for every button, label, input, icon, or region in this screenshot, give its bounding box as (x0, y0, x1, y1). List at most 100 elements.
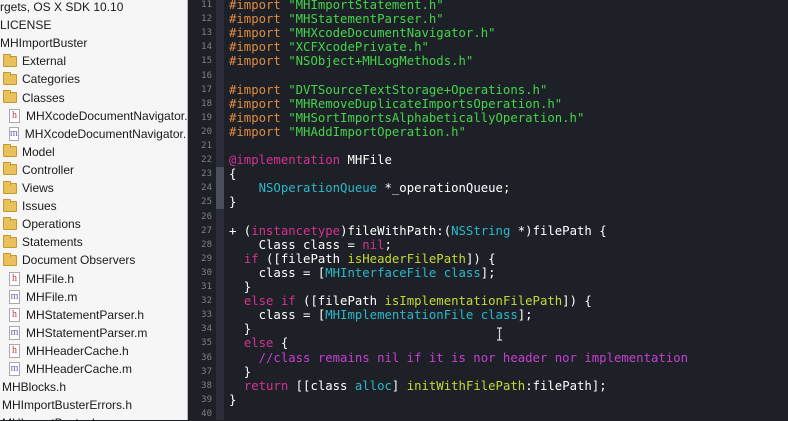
code-line[interactable]: 14 #import "XCFXcodePrivate.h" (188, 40, 788, 54)
code-token: *_operationQueue; (377, 181, 511, 196)
code-text: else if ([filePath isImplementationFileP… (229, 294, 592, 308)
code-text: //class remains nil if it is nor header … (229, 351, 688, 365)
code-text: #import "DVTSourceTextStorage+Operations… (229, 83, 547, 97)
code-line[interactable]: 29 if ([filePath isHeaderFilePath]) { (188, 252, 788, 266)
navigator-item-label: MHImportBuster (0, 36, 88, 51)
navigator-item[interactable]: External (0, 52, 187, 70)
navigator-item[interactable]: MHBlocks.h (0, 378, 187, 396)
code-token: )fileWithPath:( (340, 223, 452, 238)
navigator-item[interactable]: Operations (0, 215, 187, 233)
code-token: #import (229, 82, 289, 97)
navigator-item-label: Document Observers (22, 253, 136, 268)
navigator-item[interactable]: rgets, OS X SDK 10.10 (0, 0, 187, 16)
code-line[interactable]: 20 #import "MHAddImportOperation.h" (188, 125, 788, 139)
code-line[interactable]: 21 (188, 139, 788, 153)
code-line[interactable]: 11 #import "MHImportStatement.h" (188, 0, 788, 12)
code-line[interactable]: 39} (188, 393, 788, 407)
navigator-item[interactable]: h MHStatementParser.h (0, 306, 187, 324)
navigator-item-label: MHImportBuster.h (2, 416, 99, 420)
line-number: 29 (201, 253, 212, 264)
code-token: :filePath]; (525, 378, 607, 393)
code-line[interactable]: 16 (188, 69, 788, 83)
code-text: #import "NSObject+MHLogMethods.h" (229, 54, 473, 68)
code-text: { (229, 167, 236, 181)
code-token: Class class = (229, 237, 363, 252)
navigator-item[interactable]: m MHHeaderCache.m (0, 360, 187, 378)
line-number: 40 (201, 408, 212, 419)
code-token: return (243, 378, 289, 393)
code-line[interactable]: 24 NSOperationQueue *_operationQueue; (188, 181, 788, 195)
code-line[interactable]: 18 #import "MHRemoveDuplicateImportsOpera… (188, 97, 788, 111)
code-text: class = [MHImplementationFile class]; (229, 308, 533, 322)
navigator-item[interactable]: Issues (0, 197, 187, 215)
code-line[interactable]: 27 + (instancetype)fileWithPath:(NSString… (188, 224, 788, 238)
code-line[interactable]: 26 (188, 210, 788, 224)
code-token: [[class (288, 378, 355, 393)
fold-highlight[interactable] (216, 167, 224, 182)
code-text: class = [MHInterfaceFile class]; (229, 266, 496, 280)
code-line[interactable]: 36 //class remains nil if it is nor head… (188, 351, 788, 365)
fold-highlight[interactable] (216, 181, 224, 196)
implementation-file-icon: m (9, 126, 19, 141)
navigator-item[interactable]: Model (0, 143, 187, 161)
navigator-item[interactable]: m MHXcodeDocumentNavigator.m (0, 125, 187, 143)
code-token: ([filePath (295, 294, 385, 309)
code-text: else { (229, 336, 288, 350)
navigator-item[interactable]: LICENSE (0, 16, 187, 34)
code-token: #import (229, 0, 289, 12)
navigator-item[interactable]: MHImportBuster (0, 34, 187, 52)
navigator-item[interactable]: Categories (0, 70, 187, 88)
code-line[interactable]: 32 else if ([filePath isImplementationFi… (188, 294, 788, 308)
code-line[interactable]: 38 return [[class alloc] initWithFilePat… (188, 379, 788, 393)
navigator-item[interactable]: h MHXcodeDocumentNavigator.h (0, 107, 187, 125)
line-number: 32 (201, 296, 212, 307)
code-token: //class remains nil if it is nor header … (229, 350, 689, 365)
source-editor[interactable]: 11 #import "MHImportStatement.h" 12 #import… (188, 0, 788, 420)
code-line[interactable]: 17 #import "DVTSourceTextStorage+Operatio… (188, 83, 788, 97)
navigator-item[interactable]: Controller (0, 161, 187, 179)
code-text: } (229, 365, 251, 379)
code-line[interactable]: 22 @implementation MHFile (188, 153, 788, 167)
navigator-item[interactable]: MHImportBusterErrors.h (0, 396, 187, 414)
navigator-item-label: rgets, OS X SDK 10.10 (0, 0, 124, 14)
code-line[interactable]: 34 } (188, 322, 788, 336)
code-line[interactable]: 30 class = [MHInterfaceFile class]; (188, 266, 788, 280)
line-number: 35 (201, 338, 212, 349)
navigator-item[interactable]: h MHHeaderCache.h (0, 342, 187, 360)
code-line[interactable]: 12 #import "MHStatementParser.h" (188, 12, 788, 26)
navigator-item[interactable]: m MHFile.m (0, 288, 187, 306)
navigator-item[interactable]: h MHFile.h (0, 270, 187, 288)
navigator-item-label: Statements (22, 235, 83, 250)
navigator-item[interactable]: Document Observers (0, 251, 187, 269)
navigator-item[interactable]: Statements (0, 233, 187, 251)
code-line[interactable]: 37 } (188, 365, 788, 379)
code-line[interactable]: 15 #import "NSObject+MHLogMethods.h" (188, 54, 788, 68)
code-line[interactable]: 28 Class class = nil; (188, 238, 788, 252)
code-token: } (229, 280, 252, 294)
code-line[interactable]: 33 class = [MHImplementationFile class]; (188, 308, 788, 322)
navigator-item[interactable]: Classes (0, 89, 187, 107)
code-line[interactable]: 19 #import "MHSortImportsAlphabeticallyOp… (188, 111, 788, 125)
line-number: 18 (201, 98, 212, 109)
code-line[interactable]: 25} (188, 195, 788, 209)
code-line[interactable]: 35 else { (188, 336, 788, 350)
code-line[interactable]: 31 } (188, 280, 788, 294)
code-line[interactable]: 40 (188, 407, 788, 421)
code-line[interactable]: 23 { (188, 167, 788, 181)
line-number: 17 (201, 84, 212, 95)
code-token: "MHXcodeDocumentNavigator.h" (288, 26, 496, 41)
code-token: "MHStatementParser.h" (288, 12, 444, 27)
code-text: NSOperationQueue *_operationQueue; (229, 181, 511, 196)
code-text: #import "MHXcodeDocumentNavigator.h" (229, 26, 496, 40)
code-line[interactable]: 13 #import "MHXcodeDocumentNavigator.h" (188, 26, 788, 40)
navigator-item[interactable]: m MHStatementParser.m (0, 324, 187, 342)
line-number: 16 (201, 70, 212, 81)
code-token: #import (229, 26, 289, 41)
navigator-item[interactable]: Views (0, 179, 187, 197)
line-number: 11 (201, 0, 212, 10)
code-text: return [[class alloc] initWithFilePath:f… (229, 379, 607, 393)
navigator-item[interactable]: MHImportBuster.h (0, 414, 187, 420)
fold-highlight[interactable] (216, 195, 224, 210)
line-number: 27 (201, 225, 212, 236)
